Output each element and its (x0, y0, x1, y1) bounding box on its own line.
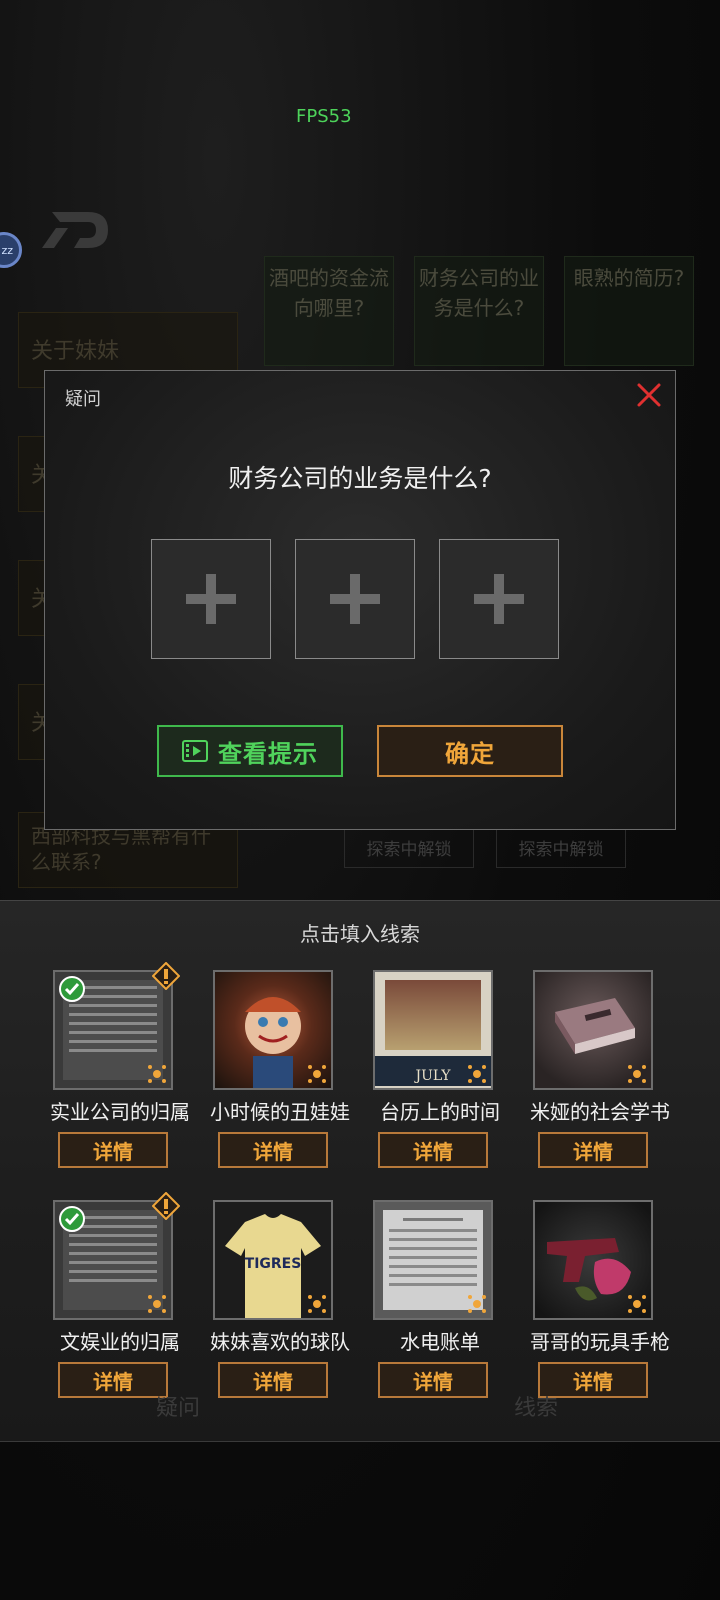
clue-name: 小时候的丑娃娃 (210, 1100, 350, 1124)
jersey-text: TIGRES (244, 1256, 302, 1272)
checkmark-icon (59, 1206, 85, 1232)
view-hint-label: 查看提示 (218, 739, 318, 768)
spark-icon (628, 1295, 646, 1313)
view-hint-button[interactable]: 查看提示 (157, 725, 343, 777)
detail-button[interactable]: 详情 (218, 1362, 328, 1398)
fps-counter: FPS53 (296, 106, 352, 127)
bg-question-card-1: 酒吧的资金流向哪里? (264, 256, 394, 366)
bg-tab-questions: 疑问 (156, 1396, 201, 1421)
clue-name: 水电账单 (400, 1330, 480, 1354)
alert-diamond-icon (152, 962, 180, 990)
calendar-photo (385, 980, 481, 1050)
detail-button[interactable]: 详情 (58, 1132, 168, 1168)
dialog-title: 疑问 (65, 389, 101, 410)
bg-unlock-label-1: 探索中解锁 (344, 826, 474, 868)
spark-icon (308, 1065, 326, 1083)
spark-icon (468, 1065, 486, 1083)
clue-panel-title: 点击填入线索 (300, 922, 420, 946)
detail-button[interactable]: 详情 (218, 1132, 328, 1168)
spark-icon (468, 1295, 486, 1313)
plus-icon (330, 574, 380, 624)
spark-icon (148, 1295, 166, 1313)
clue-name: 哥哥的玩具手枪 (530, 1330, 670, 1354)
clue-name: 米娅的社会学书 (530, 1100, 670, 1124)
plus-icon (474, 574, 524, 624)
clue-thumbnail (213, 970, 333, 1090)
clue-slot-2[interactable] (295, 539, 415, 659)
close-icon[interactable] (635, 381, 663, 409)
clue-name: 台历上的时间 (380, 1100, 500, 1124)
bg-tab-clues: 线索 (514, 1396, 559, 1421)
clue-thumbnail (373, 1200, 493, 1320)
clue-name: 文娱业的归属 (60, 1330, 180, 1354)
detail-button[interactable]: 详情 (58, 1362, 168, 1398)
clue-slot-1[interactable] (151, 539, 271, 659)
spark-icon (308, 1295, 326, 1313)
detail-button[interactable]: 详情 (378, 1362, 488, 1398)
game-logo-icon (42, 212, 108, 248)
clue-name: 妹妹喜欢的球队 (210, 1330, 350, 1354)
detail-button[interactable]: 详情 (538, 1132, 648, 1168)
clue-slot-3[interactable] (439, 539, 559, 659)
plus-icon (186, 574, 236, 624)
video-icon (182, 740, 208, 762)
bg-question-card-3: 眼熟的简历? (564, 256, 694, 366)
alert-diamond-icon (152, 1192, 180, 1220)
question-dialog: 疑问 财务公司的业务是什么? 查看提示 确定 (44, 370, 676, 830)
spark-icon (628, 1065, 646, 1083)
bg-question-card-2: 财务公司的业务是什么? (414, 256, 544, 366)
checkmark-icon (59, 976, 85, 1002)
clue-name: 实业公司的归属 (50, 1100, 190, 1124)
clue-thumbnail: JULY (373, 970, 493, 1090)
confirm-button[interactable]: 确定 (377, 725, 563, 777)
detail-button[interactable]: 详情 (378, 1132, 488, 1168)
clue-thumbnail (533, 1200, 653, 1320)
question-text: 财务公司的业务是什么? (228, 464, 492, 493)
spark-icon (148, 1065, 166, 1083)
bg-unlock-label-2: 探索中解锁 (496, 826, 626, 868)
clue-thumbnail (533, 970, 653, 1090)
clue-thumbnail: TIGRES (213, 1200, 333, 1320)
